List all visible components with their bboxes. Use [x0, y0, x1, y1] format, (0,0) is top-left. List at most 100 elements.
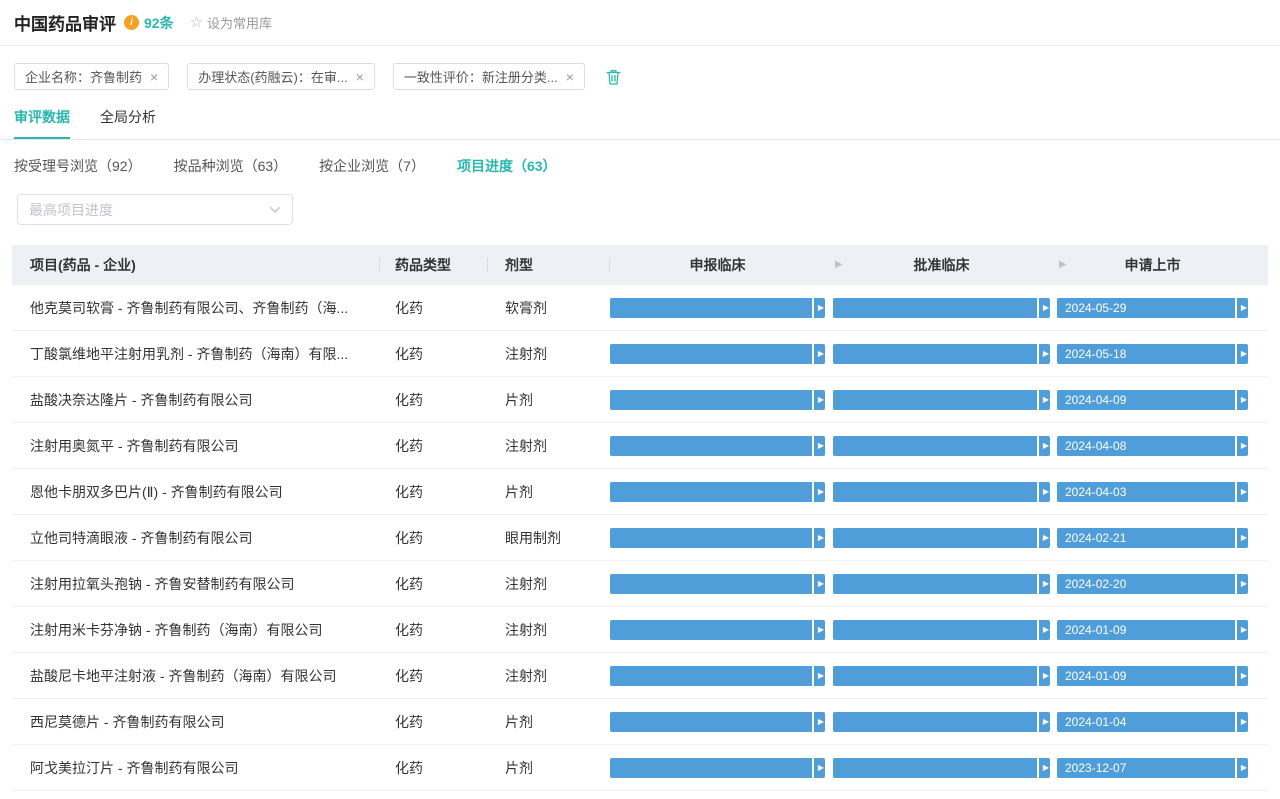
market-apply-progress-bar[interactable]: 2024-01-09 ▶: [1057, 620, 1248, 640]
table-row[interactable]: 注射用米卡芬净钠 - 齐鲁制药（海南）有限公司 化药 注射剂 ▶ ▶ 2024-…: [12, 607, 1268, 653]
clinical-approve-progress-bar[interactable]: ▶: [833, 666, 1050, 686]
close-icon[interactable]: ×: [150, 70, 158, 84]
dosage-form: 片剂: [488, 482, 610, 502]
market-apply-progress-bar[interactable]: 2024-05-29 ▶: [1057, 298, 1248, 318]
top-bar: 中国药品审评 i 92条 ☆ 设为常用库: [0, 0, 1280, 46]
filter-tag-label: 一致性评价：新注册分类...: [404, 67, 558, 86]
market-apply-date: 2023-12-07: [1065, 761, 1126, 775]
col-header-clinical-apply: 申报临床: [610, 245, 825, 285]
market-apply-progress-bar[interactable]: 2024-02-21 ▶: [1057, 528, 1248, 548]
table-row[interactable]: 恩他卡朋双多巴片(Ⅱ) - 齐鲁制药有限公司 化药 片剂 ▶ ▶ 2024-04…: [12, 469, 1268, 515]
subtab-by-acceptance-no[interactable]: 按受理号浏览（92）: [14, 156, 142, 176]
progress-select[interactable]: 最高项目进度: [17, 194, 293, 225]
clinical-apply-progress-bar[interactable]: ▶: [610, 666, 825, 686]
market-apply-date: 2024-02-21: [1065, 531, 1126, 545]
table-row[interactable]: 注射用拉氧头孢钠 - 齐鲁安替制药有限公司 化药 注射剂 ▶ ▶ 2024-02…: [12, 561, 1268, 607]
table-row[interactable]: 他克莫司软膏 - 齐鲁制药有限公司、齐鲁制药（海... 化药 软膏剂 ▶ ▶ 2…: [12, 285, 1268, 331]
subtab-by-variety[interactable]: 按品种浏览（63）: [174, 156, 288, 176]
market-apply-progress-bar[interactable]: 2024-02-20 ▶: [1057, 574, 1248, 594]
market-apply-date: 2024-04-08: [1065, 439, 1126, 453]
bar-end-divider: [1037, 620, 1039, 640]
filter-tag-status[interactable]: 办理状态(药融云)：在审... ×: [187, 63, 375, 90]
project-name: 西尼莫德片 - 齐鲁制药有限公司: [12, 712, 380, 732]
page-title: 中国药品审评: [14, 10, 116, 35]
market-apply-progress-bar[interactable]: 2024-01-04 ▶: [1057, 712, 1248, 732]
col-header-market-apply: ▶ 申请上市: [1057, 245, 1248, 285]
clinical-apply-progress-bar[interactable]: ▶: [610, 344, 825, 364]
clinical-apply-progress-bar[interactable]: ▶: [610, 712, 825, 732]
tab-review-data[interactable]: 审评数据: [14, 107, 70, 139]
clinical-approve-progress-bar[interactable]: ▶: [833, 712, 1050, 732]
clinical-apply-progress-bar[interactable]: ▶: [610, 436, 825, 456]
clinical-apply-progress-bar[interactable]: ▶: [610, 620, 825, 640]
play-icon: ▶: [1043, 672, 1049, 680]
clinical-approve-progress-bar[interactable]: ▶: [833, 574, 1050, 594]
market-apply-progress-bar[interactable]: 2024-04-09 ▶: [1057, 390, 1248, 410]
market-apply-progress-bar[interactable]: 2024-01-09 ▶: [1057, 666, 1248, 686]
bar-end-divider: [1235, 436, 1237, 456]
clinical-approve-progress-bar[interactable]: ▶: [833, 620, 1050, 640]
clinical-approve-progress-bar[interactable]: ▶: [833, 390, 1050, 410]
progress-select-placeholder: 最高项目进度: [29, 200, 113, 220]
bar-end-divider: [1235, 482, 1237, 502]
clinical-approve-progress-bar[interactable]: ▶: [833, 436, 1050, 456]
market-apply-progress-bar[interactable]: 2024-04-08 ▶: [1057, 436, 1248, 456]
table-row[interactable]: 盐酸尼卡地平注射液 - 齐鲁制药（海南）有限公司 化药 注射剂 ▶ ▶ 2024…: [12, 653, 1268, 699]
bar-end-divider: [812, 574, 814, 594]
col-header-project: 项目(药品 - 企业): [12, 245, 380, 285]
market-apply-date: 2024-01-09: [1065, 623, 1126, 637]
clinical-approve-progress-bar[interactable]: ▶: [833, 482, 1050, 502]
market-apply-progress-bar[interactable]: 2024-04-03 ▶: [1057, 482, 1248, 502]
bar-end-divider: [812, 620, 814, 640]
clinical-approve-progress-bar[interactable]: ▶: [833, 528, 1050, 548]
subtab-by-company[interactable]: 按企业浏览（7）: [319, 156, 425, 176]
play-icon: ▶: [818, 534, 824, 542]
market-apply-date: 2024-01-04: [1065, 715, 1126, 729]
bar-end-divider: [1235, 758, 1237, 778]
close-icon[interactable]: ×: [566, 70, 574, 84]
table-row[interactable]: 阿戈美拉汀片 - 齐鲁制药有限公司 化药 片剂 ▶ ▶ 2023-12-07 ▶: [12, 745, 1268, 791]
table-row[interactable]: 西尼莫德片 - 齐鲁制药有限公司 化药 片剂 ▶ ▶ 2024-01-04 ▶: [12, 699, 1268, 745]
col-header-clinical-approve: ▶ 批准临床: [833, 245, 1050, 285]
play-icon: ▶: [818, 718, 824, 726]
play-icon: ▶: [1241, 304, 1247, 312]
dosage-form: 注射剂: [488, 344, 610, 364]
subtab-project-progress[interactable]: 项目进度（63）: [457, 156, 557, 176]
table-row[interactable]: 注射用奥氮平 - 齐鲁制药有限公司 化药 注射剂 ▶ ▶ 2024-04-08 …: [12, 423, 1268, 469]
project-name: 盐酸尼卡地平注射液 - 齐鲁制药（海南）有限公司: [12, 666, 380, 686]
close-icon[interactable]: ×: [356, 70, 364, 84]
bar-end-divider: [1235, 390, 1237, 410]
clinical-apply-progress-bar[interactable]: ▶: [610, 758, 825, 778]
market-apply-progress-bar[interactable]: 2024-05-18 ▶: [1057, 344, 1248, 364]
bar-end-divider: [812, 436, 814, 456]
play-icon: ▶: [1043, 626, 1049, 634]
filter-tag-company[interactable]: 企业名称：齐鲁制药 ×: [14, 63, 169, 90]
trash-icon: [605, 68, 622, 86]
favorite-button[interactable]: ☆ 设为常用库: [190, 13, 272, 32]
clinical-apply-progress-bar[interactable]: ▶: [610, 528, 825, 548]
project-name: 丁酸氯维地平注射用乳剂 - 齐鲁制药（海南）有限...: [12, 344, 380, 364]
clinical-approve-progress-bar[interactable]: ▶: [833, 344, 1050, 364]
clear-filters-button[interactable]: [605, 68, 622, 86]
market-apply-progress-bar[interactable]: 2023-12-07 ▶: [1057, 758, 1248, 778]
table-row[interactable]: 立他司特滴眼液 - 齐鲁制药有限公司 化药 眼用制剂 ▶ ▶ 2024-02-2…: [12, 515, 1268, 561]
bar-end-divider: [1037, 344, 1039, 364]
clinical-apply-progress-bar[interactable]: ▶: [610, 390, 825, 410]
clinical-apply-progress-bar[interactable]: ▶: [610, 482, 825, 502]
clinical-approve-progress-bar[interactable]: ▶: [833, 758, 1050, 778]
clinical-apply-progress-bar[interactable]: ▶: [610, 574, 825, 594]
clinical-approve-progress-bar[interactable]: ▶: [833, 298, 1050, 318]
bar-end-divider: [1235, 712, 1237, 732]
chevron-down-icon: [269, 206, 281, 214]
play-icon: ▶: [818, 672, 824, 680]
tab-global-analysis[interactable]: 全局分析: [100, 107, 156, 139]
table-row[interactable]: 丁酸氯维地平注射用乳剂 - 齐鲁制药（海南）有限... 化药 注射剂 ▶ ▶ 2…: [12, 331, 1268, 377]
project-name: 注射用奥氮平 - 齐鲁制药有限公司: [12, 436, 380, 456]
filter-tag-consistency[interactable]: 一致性评价：新注册分类... ×: [393, 63, 585, 90]
play-icon: ▶: [1241, 396, 1247, 404]
drug-type: 化药: [380, 390, 488, 410]
drug-type: 化药: [380, 712, 488, 732]
play-icon: ▶: [818, 626, 824, 634]
clinical-apply-progress-bar[interactable]: ▶: [610, 298, 825, 318]
table-row[interactable]: 盐酸决奈达隆片 - 齐鲁制药有限公司 化药 片剂 ▶ ▶ 2024-04-09 …: [12, 377, 1268, 423]
